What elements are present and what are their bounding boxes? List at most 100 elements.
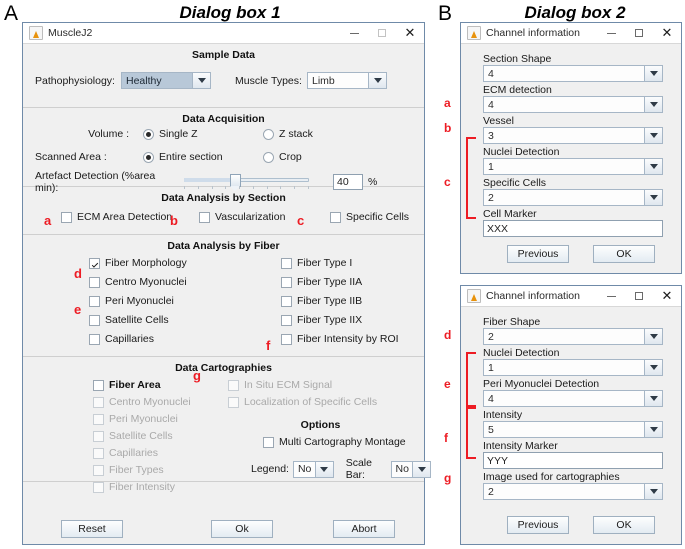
checkbox-ecm-area-detection-label: ECM Area Detection (77, 211, 173, 223)
checkbox-vascularization[interactable]: Vascularization (199, 211, 285, 223)
ok-button[interactable]: Ok (211, 520, 273, 538)
minimize-icon[interactable] (597, 286, 625, 307)
legend-value: No (297, 463, 312, 475)
chevron-down-icon[interactable] (644, 360, 662, 375)
nuclei-detection-select-2[interactable]: 1 (483, 359, 663, 376)
checkbox-fiber-type-i[interactable]: Fiber Type I (281, 257, 399, 269)
minimize-icon[interactable] (340, 23, 368, 44)
ok-button-dialog2a[interactable]: OK (593, 245, 655, 263)
panel-title-a: Dialog box 1 (179, 3, 281, 22)
chevron-down-icon[interactable] (644, 329, 662, 344)
checkbox-ecm-area-detection[interactable]: ECM Area Detection (61, 211, 172, 223)
abort-button[interactable]: Abort (333, 520, 395, 538)
chevron-down-icon[interactable] (192, 73, 210, 88)
intensity-marker-input[interactable]: YYY (483, 452, 663, 469)
maximize-icon[interactable] (625, 286, 653, 307)
pathophysiology-select[interactable]: Healthy (121, 72, 211, 89)
maximize-icon[interactable] (625, 23, 653, 44)
app-icon (29, 26, 43, 40)
checkbox-fiber-type-iix[interactable]: Fiber Type IIX (281, 314, 399, 326)
dialog1-titlebar[interactable]: MuscleJ2 ✕ (23, 23, 424, 44)
checkbox-cart-fiber-types: Fiber Types (93, 464, 191, 476)
radio-dot-icon (263, 151, 274, 163)
section-data-cartographies: Data Cartographies Fiber Area Centro Myo… (23, 357, 432, 493)
chevron-down-icon[interactable] (644, 97, 662, 112)
checkbox-specific-cells[interactable]: Specific Cells (330, 211, 409, 223)
nuclei-detection-value-2: 1 (488, 361, 494, 374)
close-icon[interactable]: ✕ (653, 286, 681, 307)
checkbox-fiber-type-iib[interactable]: Fiber Type IIB (281, 295, 399, 307)
radio-single-z[interactable]: Single Z (143, 128, 263, 140)
checkbox-multi-cartography-montage[interactable]: Multi Cartography Montage (263, 436, 406, 448)
chevron-down-icon[interactable] (368, 73, 386, 88)
radio-crop[interactable]: Crop (263, 151, 302, 163)
scalebar-select[interactable]: No (390, 460, 432, 478)
legend-select[interactable]: No (292, 460, 334, 478)
chevron-down-icon[interactable] (644, 128, 662, 143)
checkbox-cart-fiber-area[interactable]: Fiber Area (93, 379, 191, 391)
maximize-icon[interactable] (368, 23, 396, 44)
chevron-down-icon[interactable] (644, 66, 662, 81)
image-cartographies-select[interactable]: 2 (483, 483, 663, 500)
panel-letter-a: A (4, 2, 19, 25)
checkbox-cart-fiber-area-label: Fiber Area (109, 379, 161, 391)
radio-entire-section[interactable]: Entire section (143, 151, 263, 163)
nuclei-detection-select[interactable]: 1 (483, 158, 663, 175)
chevron-down-icon[interactable] (412, 461, 431, 477)
dialog-channel-information-1[interactable]: Channel information ✕ Section Shape 4 EC… (460, 22, 682, 274)
radio-z-stack[interactable]: Z stack (263, 128, 313, 140)
dialog-channel-information-2[interactable]: Channel information ✕ Fiber Shape 2 Nucl… (460, 285, 682, 545)
muscle-types-select[interactable]: Limb (307, 72, 387, 89)
radio-z-stack-label: Z stack (279, 128, 313, 140)
ok-button-dialog2b[interactable]: OK (593, 516, 655, 534)
checkbox-cart-peri-myonuclei: Peri Myonuclei (93, 413, 191, 425)
annotation-g-dialog1: g (193, 368, 201, 383)
reset-button[interactable]: Reset (61, 520, 123, 538)
checkbox-capillaries[interactable]: Capillaries (89, 333, 187, 345)
section-data-acquisition: Data Acquisition Volume : Single Z Z sta… (23, 108, 424, 194)
cell-marker-input[interactable]: XXX (483, 220, 663, 237)
peri-myonuclei-detection-label: Peri Myonuclei Detection (483, 378, 600, 390)
checkbox-box-icon (330, 211, 341, 223)
checkbox-fiber-morphology-label: Fiber Morphology (105, 257, 187, 269)
annotation-d-dialog2b: d (444, 328, 452, 342)
previous-button-dialog2b[interactable]: Previous (507, 516, 569, 534)
cell-marker-value: XXX (487, 222, 509, 235)
checkbox-satellite-cells[interactable]: Satellite Cells (89, 314, 187, 326)
minimize-icon[interactable] (597, 23, 625, 44)
chevron-down-icon[interactable] (644, 484, 662, 499)
fiber-shape-value: 2 (488, 330, 494, 343)
chevron-down-icon[interactable] (644, 159, 662, 174)
checkbox-centro-myonuclei[interactable]: Centro Myonuclei (89, 276, 187, 288)
intensity-select[interactable]: 5 (483, 421, 663, 438)
chevron-down-icon[interactable] (314, 461, 333, 477)
close-icon[interactable]: ✕ (396, 23, 424, 44)
checkbox-box-icon (89, 295, 100, 307)
checkbox-cart-localization-specific-cells-label: Localization of Specific Cells (244, 396, 378, 408)
checkbox-box-icon (89, 333, 100, 345)
dialog-musclej2[interactable]: MuscleJ2 ✕ Sample Data Pathophysiology: … (22, 22, 432, 545)
bracket-c-dialog2a (466, 137, 476, 219)
specific-cells-select[interactable]: 2 (483, 189, 663, 206)
checkbox-box-icon (93, 447, 104, 459)
scalebar-value: No (395, 463, 409, 475)
checkbox-cart-in-situ-ecm-signal: In Situ ECM Signal (228, 379, 377, 391)
dialog2b-titlebar[interactable]: Channel information ✕ (461, 286, 681, 307)
fiber-shape-select[interactable]: 2 (483, 328, 663, 345)
checkbox-fiber-intensity-by-roi[interactable]: Fiber Intensity by ROI (281, 333, 399, 345)
intensity-value: 5 (488, 423, 494, 436)
vessel-select[interactable]: 3 (483, 127, 663, 144)
close-icon[interactable]: ✕ (653, 23, 681, 44)
checkbox-fiber-morphology[interactable]: Fiber Morphology (89, 257, 187, 269)
checkbox-peri-myonuclei[interactable]: Peri Myonuclei (89, 295, 187, 307)
chevron-down-icon[interactable] (644, 422, 662, 437)
checkbox-fiber-type-iia[interactable]: Fiber Type IIA (281, 276, 399, 288)
chevron-down-icon[interactable] (644, 391, 662, 406)
ecm-detection-select[interactable]: 4 (483, 96, 663, 113)
dialog2a-titlebar[interactable]: Channel information ✕ (461, 23, 681, 44)
peri-myonuclei-detection-select[interactable]: 4 (483, 390, 663, 407)
section-shape-select[interactable]: 4 (483, 65, 663, 82)
scalebar-label: Scale Bar: (345, 457, 372, 481)
chevron-down-icon[interactable] (644, 190, 662, 205)
previous-button-dialog2a[interactable]: Previous (507, 245, 569, 263)
